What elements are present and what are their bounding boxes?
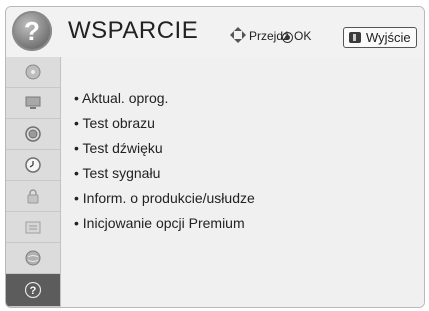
- sidebar-item-disc[interactable]: [6, 57, 60, 88]
- navigation-arrows-icon: [230, 27, 246, 43]
- sidebar-item-time[interactable]: [6, 150, 60, 181]
- sidebar-item-lock[interactable]: [6, 181, 60, 212]
- svg-text:?: ?: [30, 285, 37, 297]
- menu-item-sound-test[interactable]: • Test dźwięku: [74, 140, 163, 156]
- monitor-icon: [25, 96, 41, 109]
- page-title: WSPARCIE: [68, 17, 199, 44]
- exit-button[interactable]: Wyjście: [343, 27, 417, 48]
- menu-item-premium-init[interactable]: • Inicjowanie opcji Premium: [74, 215, 245, 231]
- ok-hint-label: OK: [294, 29, 312, 43]
- globe-icon: [25, 250, 41, 266]
- support-menu-panel: ? WSPARCIE Przejdź OK Wyjście ? • Aktual…: [5, 6, 425, 308]
- clock-icon: [25, 157, 41, 173]
- sidebar-item-picture[interactable]: [6, 88, 60, 119]
- menu-item-signal-test[interactable]: • Test sygnału: [74, 165, 160, 181]
- sidebar: ?: [6, 57, 61, 307]
- disc-icon: [25, 64, 41, 80]
- speaker-icon: [25, 126, 41, 142]
- question-mark-icon: ?: [12, 11, 52, 51]
- sidebar-item-options[interactable]: [6, 212, 60, 243]
- sidebar-item-network[interactable]: [6, 243, 60, 274]
- question-mark-icon: ?: [25, 282, 41, 298]
- menu-content: • Aktual. oprog. • Test obrazu • Test dź…: [61, 57, 424, 307]
- exit-label: Wyjście: [366, 30, 411, 45]
- header: ? WSPARCIE Przejdź OK Wyjście: [6, 7, 424, 57]
- menu-item-software-update[interactable]: • Aktual. oprog.: [74, 90, 168, 106]
- exit-icon: [349, 32, 361, 43]
- sidebar-item-audio[interactable]: [6, 119, 60, 150]
- ok-icon: [282, 32, 293, 43]
- lock-icon: [27, 189, 39, 204]
- menu-item-product-info[interactable]: • Inform. o produkcie/usłudze: [74, 190, 255, 206]
- menu-item-picture-test[interactable]: • Test obrazu: [74, 115, 155, 131]
- settings-box-icon: [25, 221, 41, 234]
- sidebar-item-support[interactable]: ?: [6, 274, 60, 307]
